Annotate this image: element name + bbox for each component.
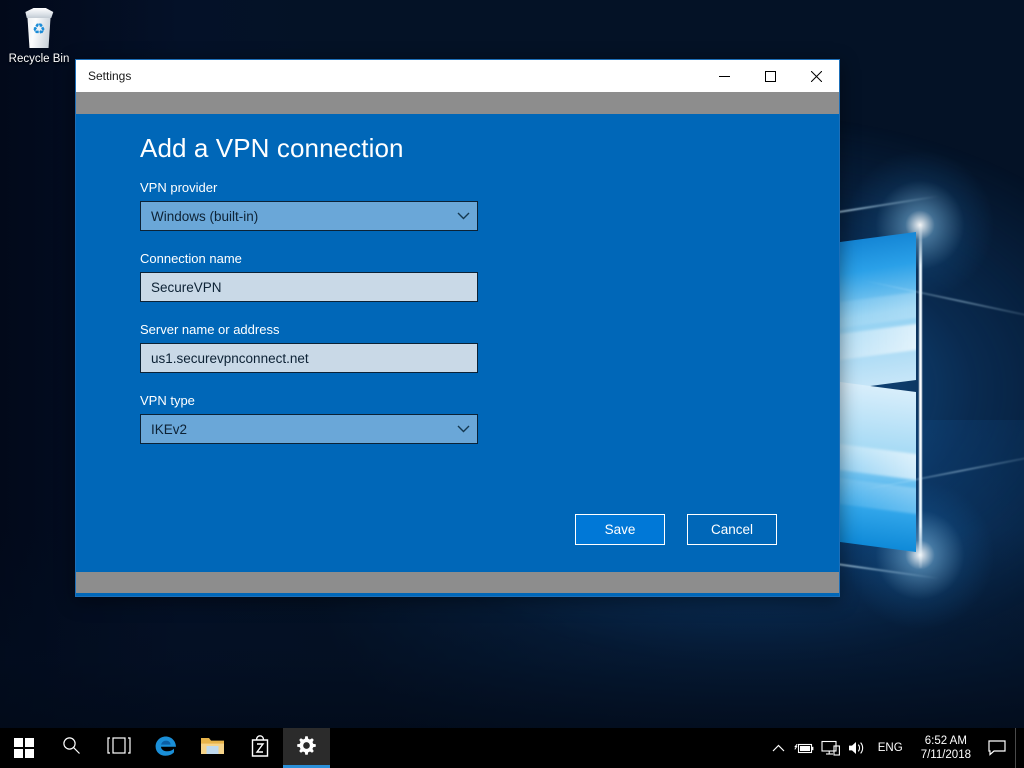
clock-time: 6:52 AM — [924, 735, 967, 747]
task-view-icon — [106, 737, 131, 759]
store-icon — [249, 734, 271, 763]
field-group-vpn-type: VPN type IKEv2 — [140, 393, 480, 444]
save-button[interactable]: Save — [575, 514, 665, 545]
window-chrome-bottom-bar — [76, 572, 839, 593]
close-button[interactable] — [793, 60, 839, 92]
field-group-vpn-provider: VPN provider Windows (built-in) — [140, 180, 480, 231]
edge-icon — [153, 733, 179, 764]
network-icon[interactable] — [818, 728, 844, 768]
chevron-down-icon — [449, 425, 477, 433]
label-connection-name: Connection name — [140, 251, 242, 266]
settings-window[interactable]: Settings Add a VPN connection VPN provid… — [75, 59, 840, 597]
volume-icon[interactable] — [844, 728, 870, 768]
window-chrome-top-bar — [76, 92, 839, 114]
clock-date: 7/11/2018 — [920, 749, 971, 761]
label-vpn-provider: VPN provider — [140, 180, 218, 195]
windows-logo-icon — [14, 738, 34, 758]
desktop[interactable]: ♻ Recycle Bin Settings Add a VPN connect… — [0, 0, 1024, 768]
recycle-bin-icon: ♻ — [19, 6, 59, 50]
chevron-down-icon — [449, 212, 477, 220]
vpn-type-value: IKEv2 — [151, 421, 188, 437]
vpn-type-select[interactable]: IKEv2 — [140, 414, 478, 444]
vpn-form: VPN provider Windows (built-in) Connecti… — [140, 180, 480, 464]
server-name-value: us1.securevpnconnect.net — [151, 350, 309, 366]
vpn-provider-select[interactable]: Windows (built-in) — [140, 201, 478, 231]
search-button[interactable] — [48, 728, 95, 768]
taskbar[interactable]: ENG 6:52 AM 7/11/2018 — [0, 728, 1024, 768]
action-center-button[interactable] — [979, 728, 1015, 768]
server-name-input[interactable]: us1.securevpnconnect.net — [140, 343, 478, 373]
minimize-button[interactable] — [701, 60, 747, 92]
window-title-bar[interactable]: Settings — [76, 60, 839, 92]
label-server-name: Server name or address — [140, 322, 280, 337]
page-title: Add a VPN connection — [140, 133, 404, 163]
window-title: Settings — [88, 69, 132, 83]
field-group-server-name: Server name or address us1.securevpnconn… — [140, 322, 480, 373]
form-actions: Save Cancel — [76, 514, 839, 545]
cancel-button[interactable]: Cancel — [687, 514, 777, 545]
folder-icon — [200, 735, 225, 761]
show-desktop-button[interactable] — [1015, 728, 1022, 768]
desktop-icon-recycle-bin[interactable]: ♻ Recycle Bin — [6, 6, 72, 66]
connection-name-value: SecureVPN — [151, 279, 222, 295]
battery-icon[interactable] — [792, 728, 818, 768]
show-hidden-icons-button[interactable] — [766, 728, 792, 768]
edge-button[interactable] — [142, 728, 189, 768]
vpn-provider-value: Windows (built-in) — [151, 208, 259, 224]
system-tray: ENG 6:52 AM 7/11/2018 — [766, 728, 1024, 768]
field-group-connection-name: Connection name SecureVPN — [140, 251, 480, 302]
gear-icon — [296, 735, 317, 761]
store-button[interactable] — [236, 728, 283, 768]
clipped-content-sliver — [76, 593, 839, 596]
clock[interactable]: 6:52 AM 7/11/2018 — [913, 728, 979, 768]
wallpaper-pane-edge — [919, 224, 922, 568]
file-explorer-button[interactable] — [189, 728, 236, 768]
search-icon — [62, 736, 81, 760]
label-vpn-type: VPN type — [140, 393, 195, 408]
start-button[interactable] — [0, 728, 48, 768]
maximize-button[interactable] — [747, 60, 793, 92]
language-indicator[interactable]: ENG — [870, 728, 913, 768]
settings-page-content: Add a VPN connection VPN provider Window… — [76, 114, 839, 572]
desktop-icon-label: Recycle Bin — [8, 53, 70, 65]
connection-name-input[interactable]: SecureVPN — [140, 272, 478, 302]
task-view-button[interactable] — [95, 728, 142, 768]
settings-button[interactable] — [283, 728, 330, 768]
